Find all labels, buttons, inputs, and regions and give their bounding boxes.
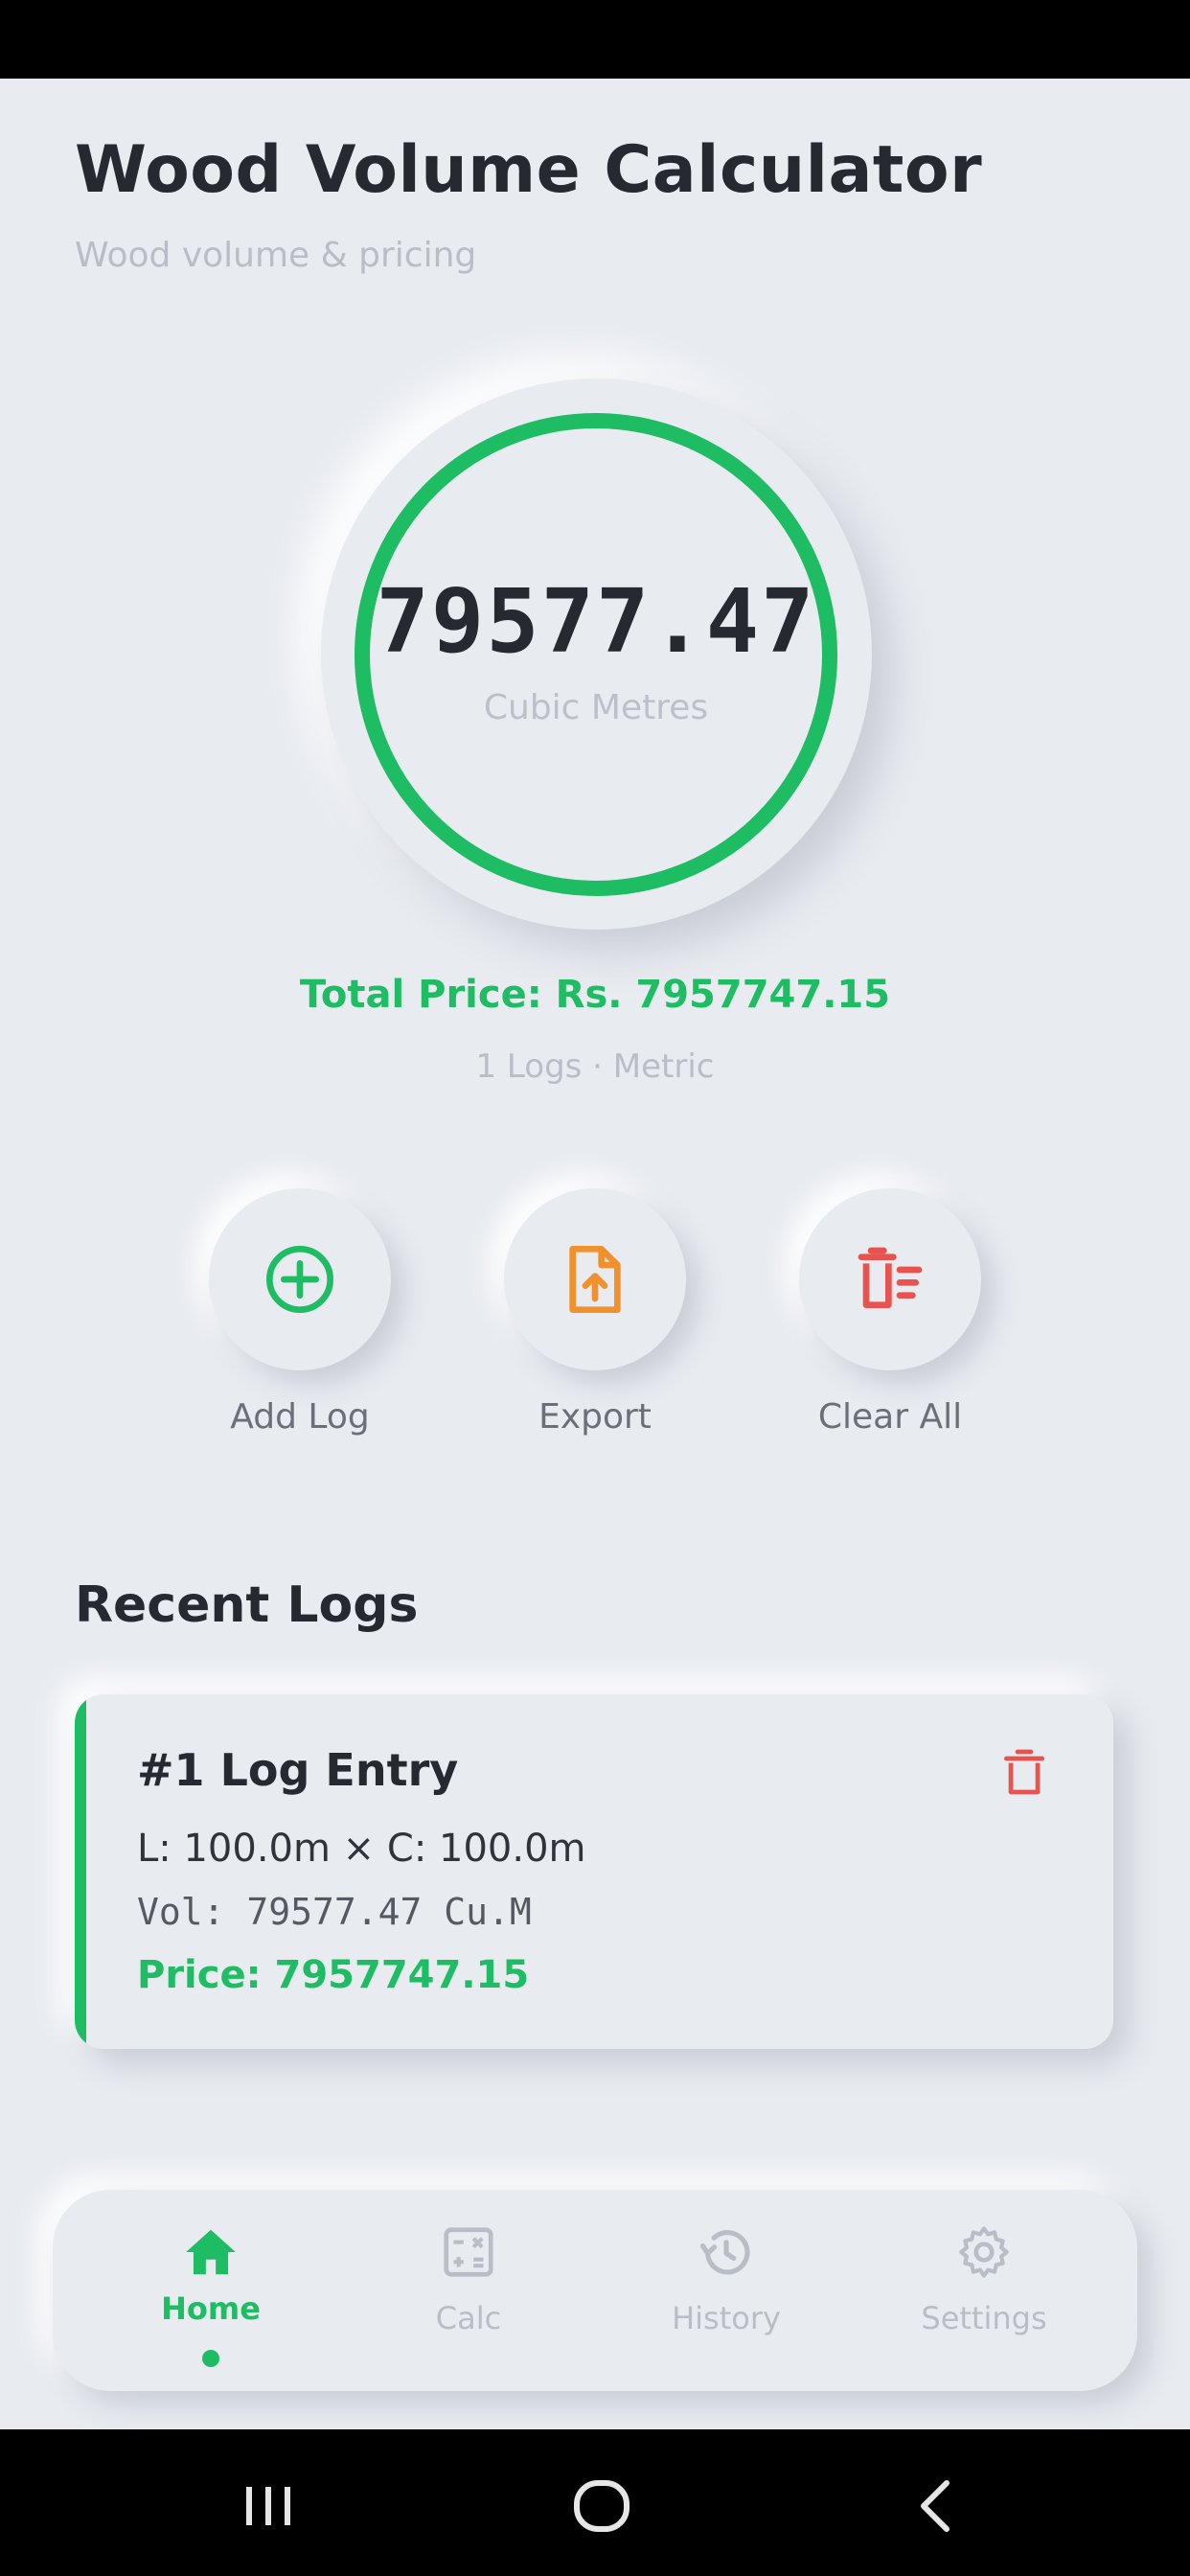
log-entry-title: #1 Log Entry [137, 1744, 459, 1796]
clear-all-label: Clear All [817, 1397, 963, 1437]
nav-settings-label: Settings [921, 2300, 1047, 2336]
clear-all-button[interactable] [799, 1188, 981, 1370]
nav-settings[interactable]: Settings [874, 2190, 1094, 2391]
log-entry-dimensions: L: 100.0m × C: 100.0m [137, 1827, 586, 1871]
log-entry-card[interactable]: #1 Log Entry L: 100.0m × C: 100.0m Vol: … [75, 1694, 1113, 2049]
history-icon [699, 2230, 750, 2275]
active-indicator-dot [202, 2350, 219, 2367]
clear-list-icon [858, 1247, 923, 1308]
file-upload-icon [569, 1246, 621, 1313]
trash-icon[interactable] [997, 1745, 1051, 1799]
total-volume-value: 79577.47 [376, 570, 816, 673]
log-count-meta: 1 Logs · Metric [475, 1047, 715, 1086]
log-entry-price: Price: 7957747.15 [137, 1953, 530, 1997]
add-log-button[interactable] [209, 1188, 391, 1370]
nav-home-label: Home [161, 2290, 261, 2327]
total-price: Total Price: Rs. 7957747.15 [299, 973, 891, 1017]
back-icon[interactable] [897, 2468, 973, 2544]
recent-logs-heading: Recent Logs [75, 1576, 419, 1634]
export-label: Export [538, 1397, 652, 1437]
status-bar [0, 0, 1190, 79]
nav-home[interactable]: Home [101, 2190, 321, 2391]
total-volume-unit: Cubic Metres [483, 688, 709, 727]
page-subtitle: Wood volume & pricing [75, 236, 477, 275]
nav-calc-label: Calc [435, 2300, 502, 2336]
add-circle-icon [266, 1246, 333, 1313]
home-icon [186, 2229, 236, 2275]
gear-icon [959, 2226, 1009, 2278]
export-button[interactable] [504, 1188, 686, 1370]
page-title: Wood Volume Calculator [75, 132, 983, 208]
log-entry-volume: Vol: 79577.47 Cu.M [137, 1891, 532, 1933]
recent-apps-icon[interactable] [230, 2468, 307, 2544]
nav-history[interactable]: History [616, 2190, 836, 2391]
home-button-icon[interactable] [563, 2468, 640, 2544]
calculator-icon [444, 2227, 493, 2277]
add-log-label: Add Log [230, 1397, 370, 1437]
nav-history-label: History [672, 2300, 781, 2336]
log-card-accent [75, 1694, 86, 2049]
bottom-navigation: Home Calc History Settings [53, 2190, 1137, 2391]
nav-calc[interactable]: Calc [358, 2190, 579, 2391]
